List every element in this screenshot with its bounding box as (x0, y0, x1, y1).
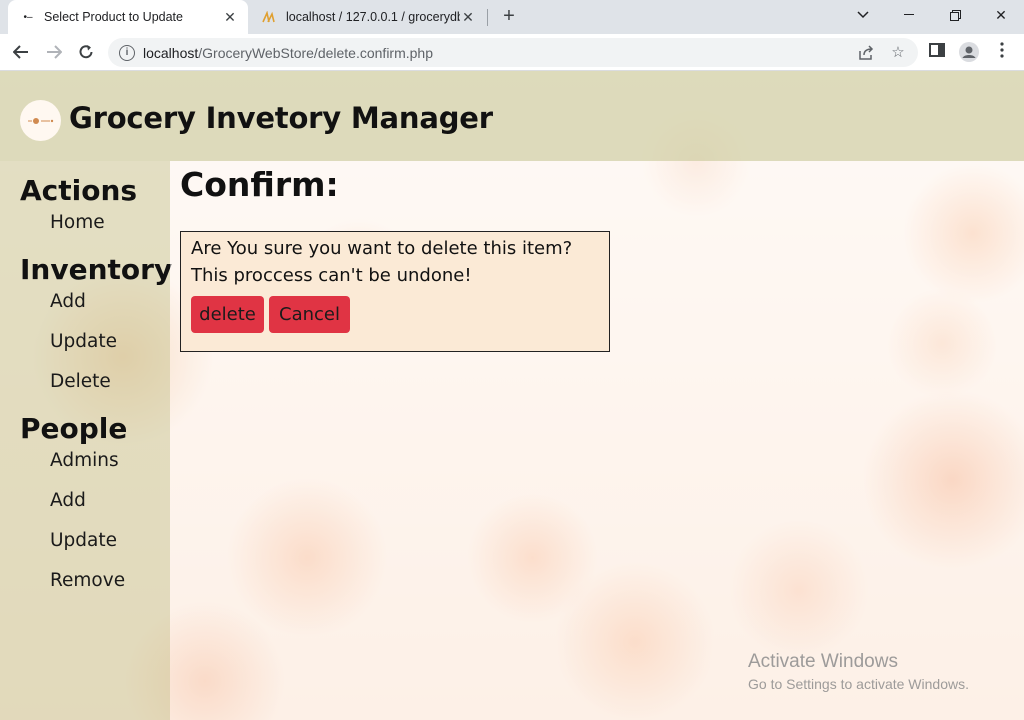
bookmark-star-icon[interactable]: ☆ (890, 45, 906, 61)
watermark-line-2: Go to Settings to activate Windows. (748, 676, 969, 692)
sidebar-link-inventory-update[interactable]: Update (50, 331, 117, 352)
sidebar-link-people-update[interactable]: Update (50, 530, 117, 551)
address-bar[interactable]: i localhost/GroceryWebStore/delete.confi… (108, 38, 918, 67)
minimize-icon[interactable] (886, 0, 932, 30)
sidebar-link-inventory-add[interactable]: Add (50, 291, 86, 312)
browser-tab-strip: •– Select Product to Update ✕ localhost … (0, 0, 1024, 34)
profile-avatar-icon[interactable] (959, 42, 979, 62)
page-title: Confirm: (180, 165, 339, 204)
sidebar-link-inventory-delete[interactable]: Delete (50, 371, 111, 392)
phpmyadmin-favicon-icon (262, 9, 278, 25)
close-tab-icon[interactable]: ✕ (460, 9, 476, 25)
sidebar-heading-people: People (20, 412, 128, 445)
sidebar-heading-actions: Actions (20, 174, 138, 207)
confirm-dialog: Are You sure you want to delete this ite… (180, 231, 610, 352)
tab-separator (487, 9, 488, 26)
browser-toolbar: i localhost/GroceryWebStore/delete.confi… (0, 34, 1024, 71)
sidebar-link-people-remove[interactable]: Remove (50, 570, 125, 591)
restore-icon[interactable] (932, 0, 978, 30)
new-tab-icon[interactable]: + (499, 6, 519, 26)
watermark-line-1: Activate Windows (748, 651, 898, 672)
forward-arrow-icon[interactable] (42, 40, 66, 64)
sidebar-link-people-admins[interactable]: Admins (50, 450, 119, 471)
share-icon[interactable] (858, 45, 874, 61)
site-title: Grocery Invetory Manager (69, 101, 493, 135)
site-info-icon[interactable]: i (119, 44, 135, 61)
sidebar-link-people-add[interactable]: Add (50, 490, 86, 511)
reload-icon[interactable] (74, 40, 98, 64)
confirm-message: Are You sure you want to delete this ite… (191, 238, 573, 286)
tab-search-chevron-icon[interactable] (840, 0, 886, 30)
page-viewport: Grocery Invetory Manager Actions Home In… (0, 71, 1024, 720)
sidebar-heading-inventory: Inventory (20, 253, 173, 286)
activate-windows-watermark: Activate Windows Go to Settings to activ… (748, 651, 969, 692)
site-header: Grocery Invetory Manager (0, 71, 1024, 161)
close-window-icon[interactable]: ✕ (978, 0, 1024, 30)
back-arrow-icon[interactable] (9, 40, 33, 64)
browser-menu-icon[interactable] (992, 42, 1012, 62)
site-favicon-icon: •– (23, 11, 33, 23)
site-logo (20, 100, 61, 141)
sidebar-link-home[interactable]: Home (50, 212, 105, 233)
tab-title: Select Product to Update (44, 10, 183, 24)
tab-title: localhost / 127.0.0.1 / grocerydb (286, 10, 460, 24)
sidebar: Actions Home Inventory Add Update Delete… (0, 161, 173, 720)
side-panel-icon[interactable] (927, 42, 947, 62)
main-content: Confirm: Are You sure you want to delete… (170, 161, 1024, 720)
tab-select-product[interactable]: •– Select Product to Update ✕ (8, 0, 248, 34)
tab-phpmyadmin[interactable]: localhost / 127.0.0.1 / grocerydb ✕ (250, 0, 486, 34)
cancel-button[interactable]: Cancel (269, 296, 350, 333)
url-text: localhost/GroceryWebStore/delete.confirm… (143, 44, 434, 61)
close-tab-icon[interactable]: ✕ (222, 9, 238, 25)
delete-button[interactable]: delete (191, 296, 264, 333)
